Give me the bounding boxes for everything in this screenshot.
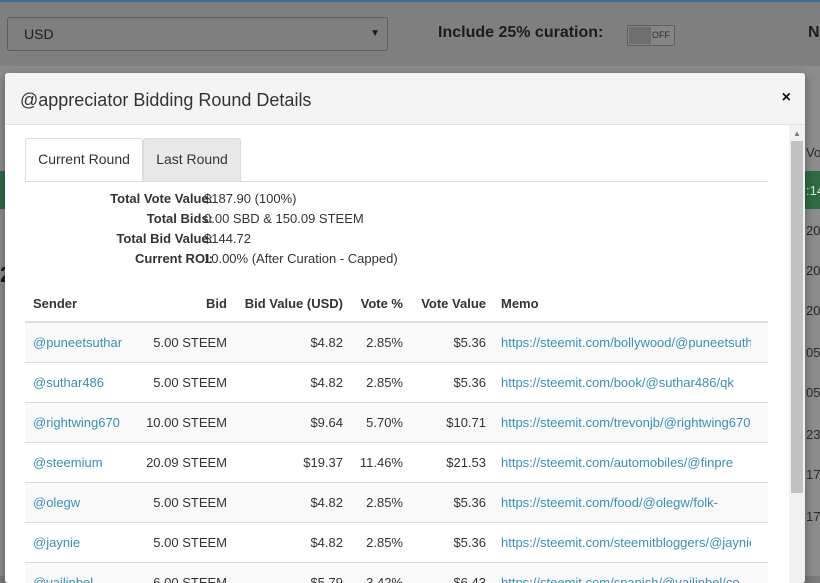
row-bid-value: $4.82 bbox=[310, 335, 343, 350]
row-memo-link[interactable]: https://steemit.com/bollywood/@puneetsut… bbox=[501, 335, 751, 350]
summary-value: 10.00% (After Curation - Capped) bbox=[204, 251, 398, 266]
curation-toggle[interactable]: OFF bbox=[627, 25, 675, 46]
row-sender-link[interactable]: @suthar486 bbox=[33, 375, 104, 390]
row-bid-value: $4.82 bbox=[310, 375, 343, 390]
scrollbar-thumb[interactable] bbox=[791, 141, 803, 493]
row-vote-value: $5.36 bbox=[453, 375, 486, 390]
row-bid: 10.00 STEEM bbox=[146, 415, 227, 430]
row-memo-link[interactable]: https://steemit.com/trevonjb/@rightwing6… bbox=[501, 415, 751, 430]
row-memo-link[interactable]: https://steemit.com/spanish/@vailinbel/c… bbox=[501, 575, 751, 583]
row-vote-value: $10.71 bbox=[446, 415, 486, 430]
column-header-memo[interactable]: Memo bbox=[501, 296, 751, 311]
row-bid: 5.00 STEEM bbox=[153, 495, 227, 510]
row-bid: 5.00 STEEM bbox=[153, 335, 227, 350]
row-sender-link[interactable]: @rightwing670 bbox=[33, 415, 120, 430]
summary-value: $187.90 (100%) bbox=[204, 191, 297, 206]
summary-value: 0.00 SBD & 150.09 STEEM bbox=[204, 211, 364, 226]
background-column-header: Vo bbox=[806, 145, 820, 160]
table-header: Sender Bid Bid Value (USD) Vote % Vote V… bbox=[25, 283, 768, 323]
scroll-up-icon[interactable]: ▲ bbox=[789, 125, 805, 141]
header-fragment: N bbox=[808, 24, 820, 41]
summary-label: Total Vote Value: bbox=[110, 191, 213, 206]
modal-title: @appreciator Bidding Round Details bbox=[20, 90, 312, 110]
background-cell: 20 bbox=[806, 223, 820, 238]
table-row: @rightwing670 10.00 STEEM $9.64 5.70% $10.71… bbox=[25, 403, 768, 443]
currency-select-value: USD bbox=[24, 26, 54, 42]
row-vote-pct: 3.42% bbox=[366, 575, 403, 583]
table-row: @jaynie 5.00 STEEM $4.82 2.85% $5.36 https://… bbox=[25, 523, 768, 563]
row-memo-link[interactable]: https://steemit.com/steemitbloggers/@jay… bbox=[501, 535, 751, 550]
background-cell: 20 bbox=[806, 263, 820, 278]
row-bid-value: $4.82 bbox=[310, 535, 343, 550]
row-memo-link[interactable]: https://steemit.com/automobiles/@finpre bbox=[501, 455, 751, 470]
summary-value: $144.72 bbox=[204, 231, 251, 246]
column-header-sender[interactable]: Sender bbox=[33, 296, 77, 311]
column-header-vote-pct[interactable]: Vote % bbox=[361, 296, 403, 311]
background-toolbar: USD ▼ Include 25% curation: OFF N bbox=[0, 0, 820, 66]
summary-row: Current ROI: 10.00% (After Curation - Ca… bbox=[25, 251, 525, 271]
row-sender-link[interactable]: @olegw bbox=[33, 495, 80, 510]
modal-header: @appreciator Bidding Round Details × bbox=[5, 73, 805, 125]
row-vote-value: $5.36 bbox=[453, 335, 486, 350]
summary-row: Total Bids: 0.00 SBD & 150.09 STEEM bbox=[25, 211, 525, 231]
column-header-bid-value[interactable]: Bid Value (USD) bbox=[245, 296, 343, 311]
background-cell: 20 bbox=[806, 303, 820, 318]
row-bid: 6.00 STEEM bbox=[153, 575, 227, 583]
column-header-bid[interactable]: Bid bbox=[206, 296, 227, 311]
row-vote-value: $5.36 bbox=[453, 535, 486, 550]
row-vote-value: $5.36 bbox=[453, 495, 486, 510]
summary-row: Total Vote Value: $187.90 (100%) bbox=[25, 191, 525, 211]
column-header-vote-value[interactable]: Vote Value bbox=[421, 296, 486, 311]
summary-label: Total Bid Value: bbox=[116, 231, 213, 246]
row-sender-link[interactable]: @steemium bbox=[33, 455, 103, 470]
row-bid: 5.00 STEEM bbox=[153, 375, 227, 390]
close-icon[interactable]: × bbox=[782, 89, 791, 107]
background-cell: :14 bbox=[806, 183, 820, 198]
row-bid-value: $4.82 bbox=[310, 495, 343, 510]
toggle-knob bbox=[629, 27, 651, 44]
row-sender-link[interactable]: @vailinbel bbox=[33, 575, 93, 583]
background-cell: 23 bbox=[806, 427, 820, 442]
table-row: @olegw 5.00 STEEM $4.82 2.85% $5.36 https://s… bbox=[25, 483, 768, 523]
row-vote-pct: 5.70% bbox=[366, 415, 403, 430]
row-vote-pct: 2.85% bbox=[366, 375, 403, 390]
bidding-round-modal: @appreciator Bidding Round Details × Cur… bbox=[5, 73, 805, 583]
modal-scrollbar[interactable]: ▲ bbox=[789, 125, 805, 583]
table-row: @puneetsuthar 5.00 STEEM $4.82 2.85% $5.36 ht… bbox=[25, 323, 768, 363]
background-cell: 05 bbox=[806, 385, 820, 400]
row-vote-value: $6.43 bbox=[453, 575, 486, 583]
round-tabs: Current Round Last Round bbox=[25, 138, 768, 182]
row-bid: 5.00 STEEM bbox=[153, 535, 227, 550]
row-sender-link[interactable]: @puneetsuthar bbox=[33, 335, 122, 350]
background-cell: 05 bbox=[806, 345, 820, 360]
row-vote-pct: 2.85% bbox=[366, 335, 403, 350]
row-vote-pct: 11.46% bbox=[359, 455, 403, 470]
modal-body: Current Round Last Round Total Vote Valu… bbox=[5, 125, 790, 583]
summary-row: Total Bid Value: $144.72 bbox=[25, 231, 525, 251]
row-vote-pct: 2.85% bbox=[366, 535, 403, 550]
summary-label: Current ROI: bbox=[135, 251, 213, 266]
tab-last-round[interactable]: Last Round bbox=[143, 138, 241, 181]
background-cell: 17 bbox=[806, 467, 820, 482]
table-row: @steemium 20.09 STEEM $19.37 11.46% $21.53 ht… bbox=[25, 443, 768, 483]
row-bid-value: $5.79 bbox=[310, 575, 343, 583]
chevron-down-icon: ▼ bbox=[370, 28, 380, 39]
row-vote-pct: 2.85% bbox=[366, 495, 403, 510]
row-bid-value: $9.64 bbox=[310, 415, 343, 430]
row-memo-link[interactable]: https://steemit.com/food/@olegw/folk- bbox=[501, 495, 751, 510]
row-sender-link[interactable]: @jaynie bbox=[33, 535, 80, 550]
row-bid-value: $19.37 bbox=[303, 455, 343, 470]
currency-select[interactable]: USD ▼ bbox=[7, 17, 388, 51]
curation-label: Include 25% curation: bbox=[438, 24, 604, 41]
tab-current-round[interactable]: Current Round bbox=[25, 138, 143, 181]
curation-toggle-state: OFF bbox=[652, 30, 670, 40]
row-vote-value: $21.53 bbox=[446, 455, 486, 470]
background-cell: 17 bbox=[806, 509, 820, 524]
table-row: @vailinbel 6.00 STEEM $5.79 3.42% $6.43 https… bbox=[25, 563, 768, 583]
table-row: @suthar486 5.00 STEEM $4.82 2.85% $5.36 https… bbox=[25, 363, 768, 403]
row-bid: 20.09 STEEM bbox=[146, 455, 227, 470]
row-memo-link[interactable]: https://steemit.com/book/@suthar486/qk bbox=[501, 375, 751, 390]
